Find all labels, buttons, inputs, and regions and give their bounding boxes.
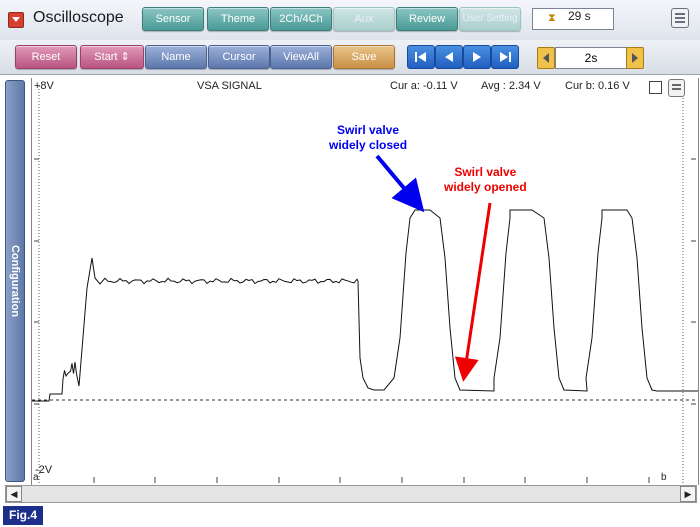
arrow-opened xyxy=(454,202,492,382)
arrow-right-icon xyxy=(632,53,638,63)
annotation-closed: Swirl valve widely closed xyxy=(329,123,407,153)
overlay-checkbox[interactable] xyxy=(649,81,662,94)
up-down-icon: ⇕ xyxy=(120,51,130,63)
configuration-label: Configuration xyxy=(9,244,21,318)
cursor-b-readout: Cur b: 0.16 V xyxy=(565,80,630,92)
skip-forward-icon xyxy=(500,52,511,62)
annotation-closed-line2: widely closed xyxy=(329,138,408,152)
review-button[interactable]: Review xyxy=(396,7,458,31)
waveform-trace xyxy=(32,209,698,402)
viewall-button[interactable]: ViewAll xyxy=(270,45,332,69)
annotation-opened-line1: Swirl valve xyxy=(454,165,517,179)
annotation-closed-line1: Swirl valve xyxy=(336,123,400,137)
play-icon xyxy=(473,52,481,62)
arrow-left-icon xyxy=(543,53,549,63)
aux-button[interactable]: Aux xyxy=(333,7,395,31)
theme-button[interactable]: Theme xyxy=(207,7,269,31)
y-max-label: +8V xyxy=(34,80,54,92)
cursor-a-readout: Cur a: -0.11 V xyxy=(390,80,458,92)
channels-button[interactable]: 2Ch/4Ch xyxy=(270,7,332,31)
timer-value: 29 s xyxy=(568,9,591,23)
average-readout: Avg : 2.34 V xyxy=(481,80,541,92)
horizontal-scrollbar[interactable] xyxy=(5,485,697,503)
app-title: Oscilloscope xyxy=(33,9,124,26)
start-label: Start xyxy=(94,51,118,63)
cursor-b-marker[interactable]: b xyxy=(661,472,667,483)
user-setting-button[interactable]: User Setting xyxy=(459,7,521,31)
plot-menu-icon[interactable] xyxy=(668,79,685,97)
zoom-decrease-button[interactable] xyxy=(537,47,555,69)
annotation-opened-line2: widely opened xyxy=(444,180,527,194)
annotation-opened: Swirl valve widely opened xyxy=(444,165,527,195)
go-next-button[interactable] xyxy=(463,45,491,69)
sensor-button[interactable]: Sensor xyxy=(142,7,204,31)
cursor-button[interactable]: Cursor xyxy=(208,45,270,69)
name-button[interactable]: Name xyxy=(145,45,207,69)
go-first-button[interactable] xyxy=(407,45,435,69)
scope-plot[interactable]: +8V VSA SIGNAL Cur a: -0.11 V Avg : 2.34… xyxy=(31,78,699,485)
signal-name: VSA SIGNAL xyxy=(197,80,262,92)
scroll-right-button[interactable]: ▶ xyxy=(680,486,696,502)
menu-dropdown-icon[interactable] xyxy=(8,12,24,28)
play-back-icon xyxy=(445,52,453,62)
cursor-a-marker[interactable]: a xyxy=(33,472,39,483)
side-menu-icon[interactable] xyxy=(671,8,689,28)
zoom-value: 2s xyxy=(555,47,627,69)
save-button[interactable]: Save xyxy=(333,45,395,69)
hourglass-icon: ⧗ xyxy=(548,12,556,24)
figure-label: Fig.4 xyxy=(3,506,43,525)
scroll-left-button[interactable]: ◀ xyxy=(6,486,22,502)
start-button[interactable]: Start ⇕ xyxy=(80,45,144,69)
reset-button[interactable]: Reset xyxy=(15,45,77,69)
zoom-increase-button[interactable] xyxy=(626,47,644,69)
arrow-closed xyxy=(375,154,425,213)
go-prev-button[interactable] xyxy=(435,45,463,69)
configuration-tab[interactable]: Configuration xyxy=(5,80,25,482)
skip-back-icon xyxy=(415,52,426,62)
go-last-button[interactable] xyxy=(491,45,519,69)
